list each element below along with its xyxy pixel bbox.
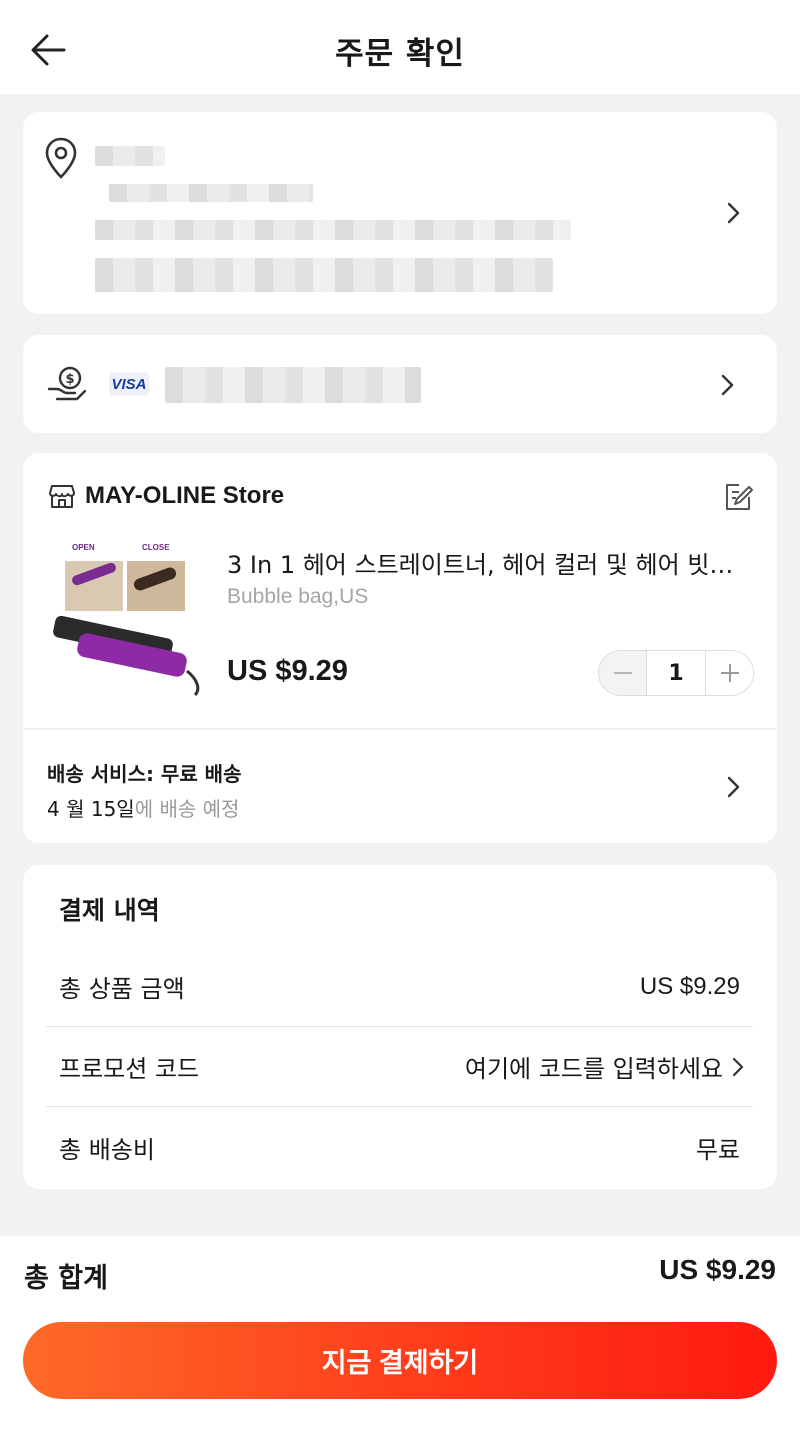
summary-row-shipping-fee: 총 배송비 무료 (46, 1107, 753, 1187)
summary-title: 결제 내역 (59, 896, 160, 925)
minus-icon (613, 672, 632, 674)
header-bar: 주문 확인 (0, 0, 800, 94)
summary-row-subtotal: 총 상품 금액 US $9.29 (46, 947, 753, 1027)
order-item-card: MAY-OLINE Store OPEN CLOSE 3 In 1 헤어 스트레… (0, 453, 800, 843)
shipping-fee-value: 무료 (695, 1135, 740, 1164)
product-price: US $9.29 (227, 655, 348, 687)
product-variant: Bubble bag,US (227, 585, 369, 608)
shipping-address-card[interactable] (23, 112, 777, 314)
chevron-right-icon (727, 202, 740, 224)
total-value: US $9.29 (659, 1254, 776, 1285)
decrease-quantity-button[interactable] (599, 651, 646, 695)
store-name[interactable]: MAY-OLINE Store (85, 482, 284, 510)
payment-method-card[interactable]: $ VISA (23, 335, 777, 433)
product-image-label-close: CLOSE (142, 543, 170, 552)
quantity-value: 1 (646, 651, 706, 695)
redacted-card-number (165, 367, 421, 403)
quantity-stepper: 1 (598, 650, 754, 696)
payment-hand-coin-icon: $ (47, 366, 87, 401)
product-thumbnail[interactable]: OPEN CLOSE (47, 539, 207, 699)
pay-now-button[interactable]: 지금 결제하기 (23, 1322, 777, 1399)
store-icon (49, 485, 75, 508)
svg-text:$: $ (65, 372, 74, 387)
promo-code-label: 프로모션 코드 (59, 1055, 200, 1083)
subtotal-value: US $9.29 (639, 972, 740, 1000)
subtotal-label: 총 상품 금액 (59, 975, 185, 1003)
divider (0, 728, 800, 730)
redacted-recipient-name (95, 146, 165, 166)
delivery-date: 4 월 15일 (47, 797, 135, 821)
summary-row-promo-code[interactable]: 프로모션 코드 여기에 코드를 입력하세요 (46, 1027, 753, 1107)
promo-code-placeholder[interactable]: 여기에 코드를 입력하세요 (465, 1049, 723, 1084)
location-pin-icon (45, 137, 77, 179)
payment-summary-card: 결제 내역 총 상품 금액 US $9.29 프로모션 코드 여기에 코드를 입… (23, 865, 777, 1189)
delivery-estimate: 4 월 15일에 배송 예정 (47, 793, 239, 822)
product-title[interactable]: 3 In 1 헤어 스트레이트너, 헤어 컬러 및 헤어 빗… (227, 545, 757, 580)
page-title: 주문 확인 (335, 36, 465, 72)
redacted-phone (109, 184, 313, 202)
product-image-label-open: OPEN (72, 543, 95, 552)
redacted-address-line-1 (95, 220, 571, 240)
checkout-footer: 총 합계 US $9.29 지금 결제하기 (0, 1236, 800, 1429)
shipping-fee-label: 총 배송비 (59, 1135, 155, 1164)
plus-icon (720, 664, 739, 682)
total-label: 총 합계 (24, 1263, 108, 1294)
note-edit-icon[interactable] (723, 481, 755, 513)
chevron-right-icon (732, 1057, 744, 1076)
redacted-address-line-2 (95, 258, 553, 292)
delivery-estimate-suffix: 에 배송 예정 (134, 797, 240, 821)
shipping-service-label: 배송 서비스: 무료 배송 (47, 762, 242, 786)
chevron-right-icon (721, 374, 734, 396)
increase-quantity-button[interactable] (706, 651, 753, 695)
visa-logo: VISA (109, 372, 149, 396)
chevron-right-icon (727, 776, 740, 798)
